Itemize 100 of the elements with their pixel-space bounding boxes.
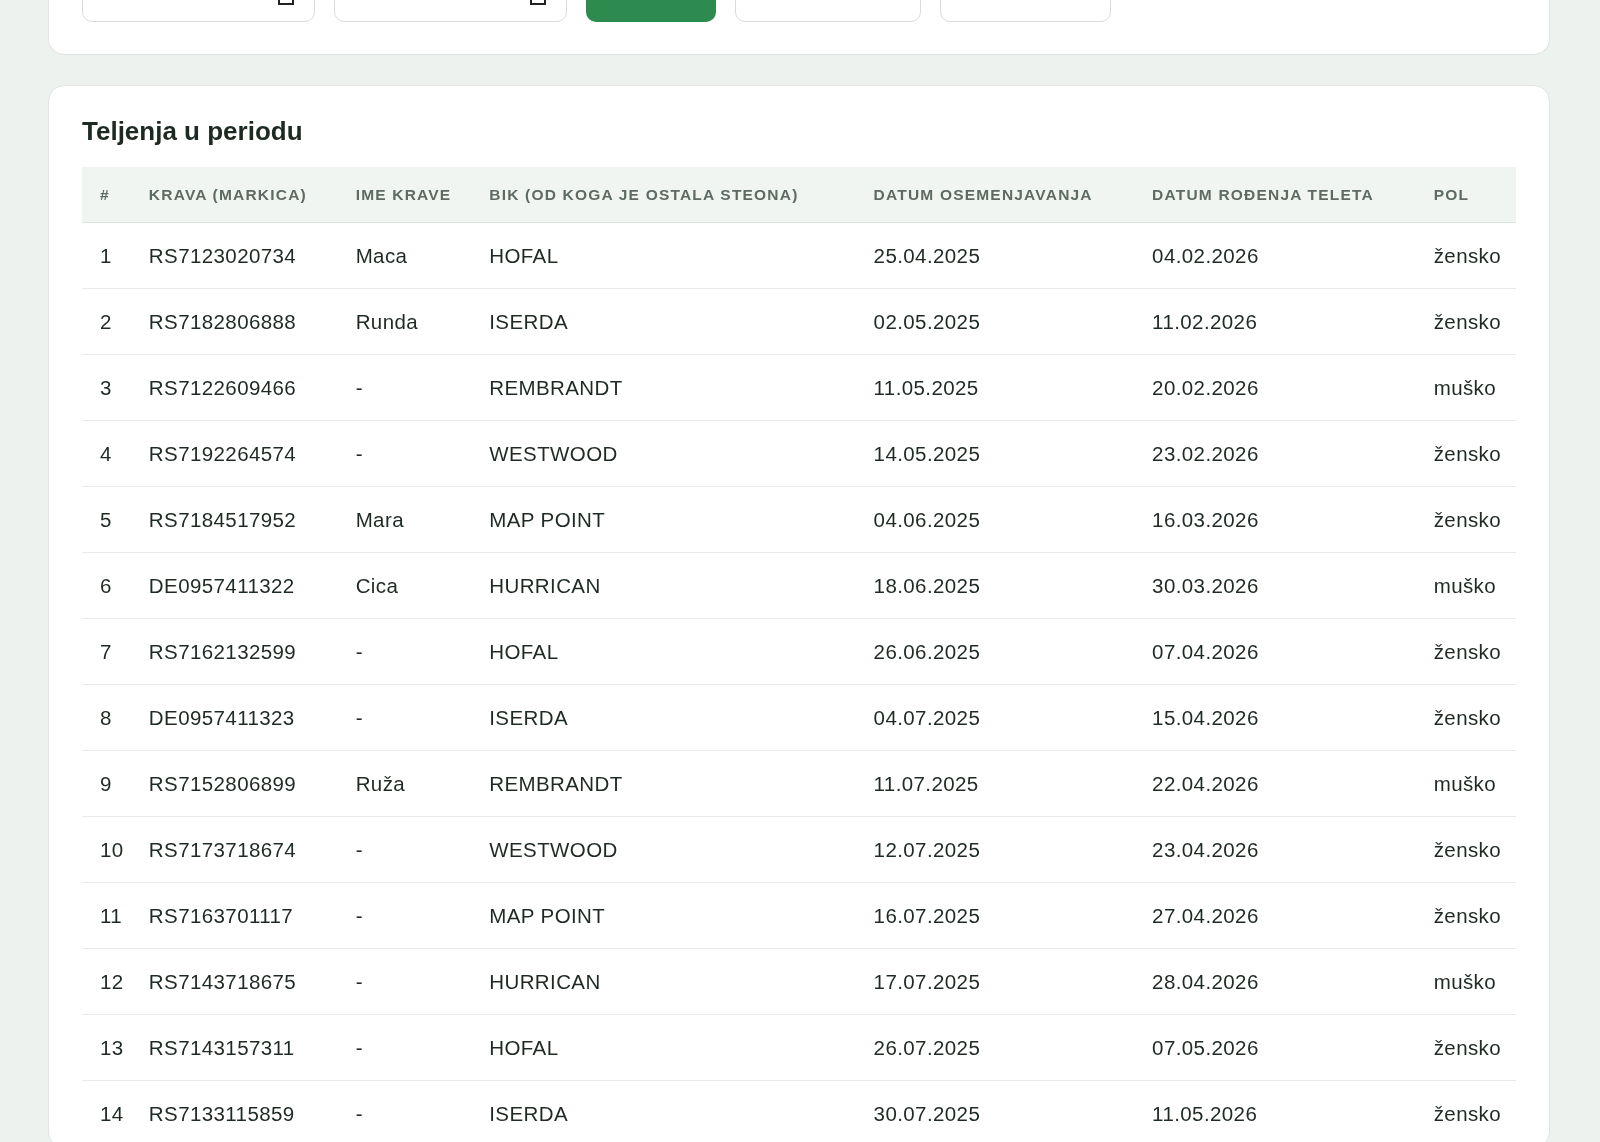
table-cell: 07.05.2026 <box>1134 1014 1416 1081</box>
table-cell: - <box>337 882 472 949</box>
table-cell: 2 <box>82 288 131 355</box>
table-cell: HOFAL <box>471 1014 856 1081</box>
table-cell: 14 <box>82 1080 131 1142</box>
table-cell: žensko <box>1415 882 1516 949</box>
table-cell: Ruža <box>337 750 472 817</box>
table-cell: DE0957411322 <box>130 552 338 619</box>
table-cell: 9 <box>82 750 131 817</box>
table-cell: RS7182806888 <box>130 288 338 355</box>
column-header: DATUM ROĐENJA TELETA <box>1134 167 1416 223</box>
table-cell: žensko <box>1415 420 1516 487</box>
table-cell: žensko <box>1415 684 1516 751</box>
table-cell: - <box>337 618 472 685</box>
table-cell: žensko <box>1415 288 1516 355</box>
table-cell: 30.03.2026 <box>1134 552 1416 619</box>
table-cell: 13 <box>82 1014 131 1081</box>
column-header: DATUM OSEMENJAVANJA <box>855 167 1135 223</box>
table-cell: 22.04.2026 <box>1134 750 1416 817</box>
table-cell: - <box>337 684 472 751</box>
table-cell: 23.02.2026 <box>1134 420 1416 487</box>
table-cell: Mara <box>337 486 472 553</box>
table-cell: ISERDA <box>471 1080 856 1142</box>
table-cell: muško <box>1415 948 1516 1015</box>
table-cell: 8 <box>82 684 131 751</box>
table-cell: RS7173718674 <box>130 816 338 883</box>
table-cell: 12 <box>82 948 131 1015</box>
table-cell: RS7143157311 <box>130 1014 338 1081</box>
table-cell: 11.02.2026 <box>1134 288 1416 355</box>
table-cell: - <box>337 816 472 883</box>
table-cell: muško <box>1415 552 1516 619</box>
table-cell: 11 <box>82 882 131 949</box>
table-cell: 1 <box>82 222 131 289</box>
table-cell: Runda <box>337 288 472 355</box>
table-cell: žensko <box>1415 816 1516 883</box>
table-cell: ISERDA <box>471 288 856 355</box>
table-cell: RS7184517952 <box>130 486 338 553</box>
table-cell: 04.07.2025 <box>855 684 1135 751</box>
table-cell: HURRICAN <box>471 948 856 1015</box>
table-cell: MAP POINT <box>471 486 856 553</box>
table-cell: 18.06.2025 <box>855 552 1135 619</box>
table-cell: žensko <box>1415 1014 1516 1081</box>
table-cell: 7 <box>82 618 131 685</box>
table-cell: - <box>337 354 472 421</box>
table-cell: Cica <box>337 552 472 619</box>
table-cell: žensko <box>1415 222 1516 289</box>
table-cell: Maca <box>337 222 472 289</box>
table-cell: žensko <box>1415 618 1516 685</box>
table-cell: 20.02.2026 <box>1134 354 1416 421</box>
table-cell: RS7152806899 <box>130 750 338 817</box>
table-cell: 11.07.2025 <box>855 750 1135 817</box>
table-cell: - <box>337 420 472 487</box>
table-cell: 14.05.2025 <box>855 420 1135 487</box>
table-cell: RS7162132599 <box>130 618 338 685</box>
column-header: BIK (OD KOGA JE OSTALA STEONA) <box>471 167 856 223</box>
table-cell: 11.05.2026 <box>1134 1080 1416 1142</box>
table-cell: MAP POINT <box>471 882 856 949</box>
table-cell: 16.03.2026 <box>1134 486 1416 553</box>
table-cell: REMBRANDT <box>471 750 856 817</box>
table-cell: RS7123020734 <box>130 222 338 289</box>
table-cell: muško <box>1415 750 1516 817</box>
table-cell: RS7133115859 <box>130 1080 338 1142</box>
table-cell: 27.04.2026 <box>1134 882 1416 949</box>
table-cell: žensko <box>1415 1080 1516 1142</box>
table-cell: DE0957411323 <box>130 684 338 751</box>
table-cell: 16.07.2025 <box>855 882 1135 949</box>
table-cell: RS7122609466 <box>130 354 338 421</box>
table-cell: 15.04.2026 <box>1134 684 1416 751</box>
column-header: IME KRAVE <box>337 167 472 223</box>
table-cell: 26.06.2025 <box>855 618 1135 685</box>
table-cell: 5 <box>82 486 131 553</box>
table-cell: 02.05.2025 <box>855 288 1135 355</box>
table-cell: WESTWOOD <box>471 420 856 487</box>
table-cell: 25.04.2025 <box>855 222 1135 289</box>
table-cell: muško <box>1415 354 1516 421</box>
table-cell: HOFAL <box>471 618 856 685</box>
table-cell: ISERDA <box>471 684 856 751</box>
table-cell: 6 <box>82 552 131 619</box>
table-cell: 3 <box>82 354 131 421</box>
table-cell: 11.05.2025 <box>855 354 1135 421</box>
table-cell: žensko <box>1415 486 1516 553</box>
table-cell: - <box>337 948 472 1015</box>
table-cell: REMBRANDT <box>471 354 856 421</box>
table-cell: 07.04.2026 <box>1134 618 1416 685</box>
table-cell: 4 <box>82 420 131 487</box>
table-cell: WESTWOOD <box>471 816 856 883</box>
table-cell: 12.07.2025 <box>855 816 1135 883</box>
table-cell: - <box>337 1080 472 1142</box>
section-title: Teljenja u periodu <box>82 116 304 147</box>
column-header: # <box>82 167 131 223</box>
table-cell: 23.04.2026 <box>1134 816 1416 883</box>
table-cell: 04.06.2025 <box>855 486 1135 553</box>
table-cell: 30.07.2025 <box>855 1080 1135 1142</box>
table-cell: 17.07.2025 <box>855 948 1135 1015</box>
table-cell: 04.02.2026 <box>1134 222 1416 289</box>
table-cell: HOFAL <box>471 222 856 289</box>
table-cell: RS7143718675 <box>130 948 338 1015</box>
table-cell: - <box>337 1014 472 1081</box>
table-cell: HURRICAN <box>471 552 856 619</box>
column-header: POL <box>1415 167 1516 223</box>
